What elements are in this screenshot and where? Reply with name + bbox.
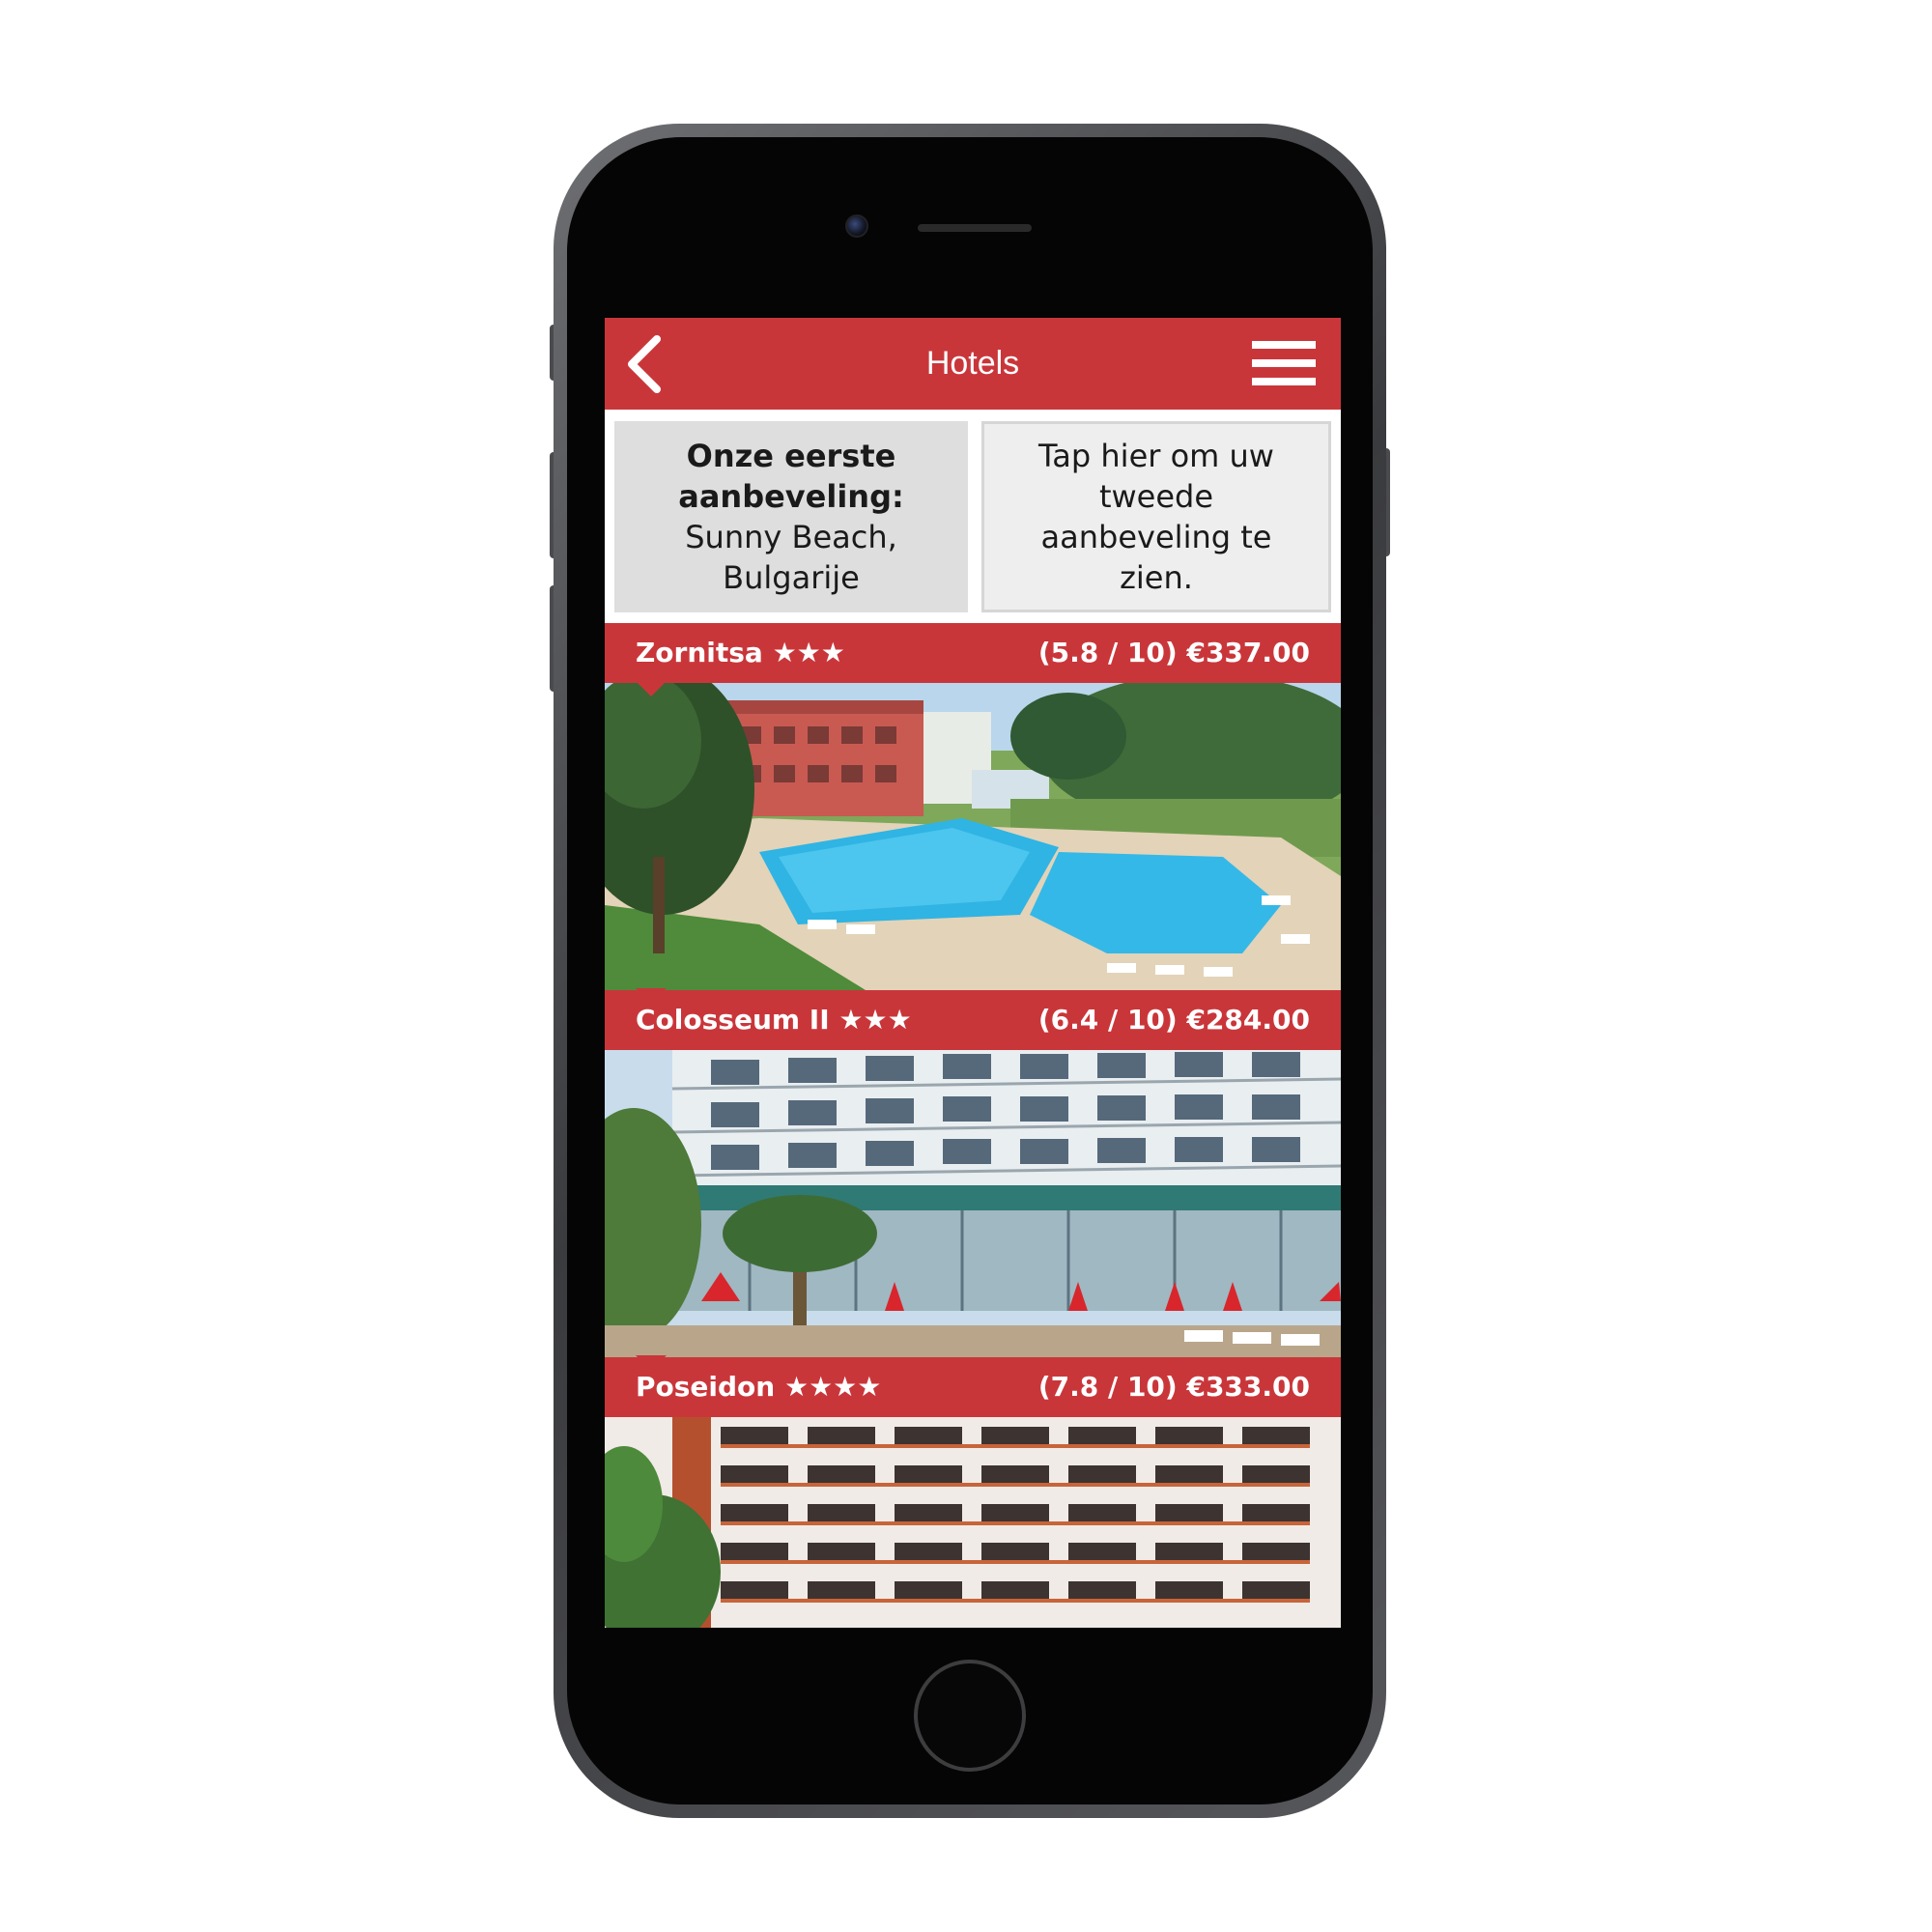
hotel-header: Colosseum II ★★★ (6.4 / 10) €284.00 (605, 990, 1341, 1050)
hamburger-menu-icon (1252, 341, 1316, 385)
first-recommendation-destination: Sunny Beach, Bulgarije (685, 519, 897, 596)
hotel-rating-price: (6.4 / 10) €284.00 (1037, 1004, 1310, 1036)
front-camera (845, 214, 868, 238)
hotel-name: Colosseum II ★★★ (636, 1004, 912, 1036)
hamburger-menu-button[interactable] (1252, 341, 1316, 389)
second-recommendation-button[interactable]: Tap hier om uw tweede aanbeveling te zie… (981, 421, 1331, 612)
first-recommendation-heading: Onze eerste aanbeveling: (678, 438, 904, 515)
hotel-header: Zornitsa ★★★ (5.8 / 10) €337.00 (605, 623, 1341, 683)
first-recommendation-card: Onze eerste aanbeveling: Sunny Beach, Bu… (614, 421, 968, 612)
hotel-card-colosseum[interactable]: Colosseum II ★★★ (6.4 / 10) €284.00 (605, 988, 1341, 1357)
app-screen: Hotels Onze eerste aanbeveling: Sunny Be… (605, 318, 1341, 1628)
card-pointer (636, 681, 667, 696)
hotel-card-zornitsa[interactable]: Zornitsa ★★★ (5.8 / 10) €337.00 (605, 623, 1341, 990)
card-pointer (636, 1355, 667, 1371)
hotel-rating-price: (5.8 / 10) €337.00 (1037, 637, 1310, 668)
hotel-photo-pool (605, 683, 1341, 990)
hotel-card-poseidon[interactable]: Poseidon ★★★★ (7.8 / 10) €333.00 (605, 1355, 1341, 1628)
hotel-photo-facade (605, 1050, 1341, 1357)
hotel-photo-tower (605, 1417, 1341, 1628)
second-recommendation-prompt: Tap hier om uw tweede aanbeveling te zie… (1038, 438, 1274, 596)
earpiece-speaker (918, 224, 1032, 232)
recommendation-row: Onze eerste aanbeveling: Sunny Beach, Bu… (605, 410, 1341, 616)
navigation-bar: Hotels (605, 318, 1341, 410)
hotel-name: Zornitsa ★★★ (636, 637, 845, 668)
page-title: Hotels (925, 345, 1020, 382)
card-pointer (636, 988, 667, 1004)
hotel-rating-price: (7.8 / 10) €333.00 (1037, 1371, 1310, 1403)
hotel-header: Poseidon ★★★★ (7.8 / 10) €333.00 (605, 1357, 1341, 1417)
hotel-name: Poseidon ★★★★ (636, 1371, 882, 1403)
home-button[interactable] (914, 1660, 1026, 1772)
